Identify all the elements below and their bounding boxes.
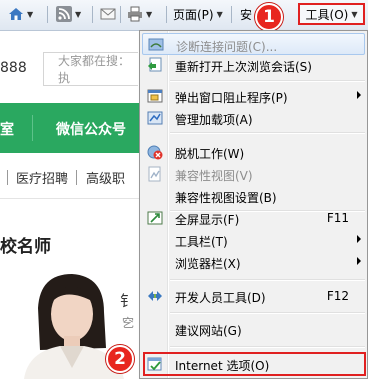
site-search-input[interactable]: 大家都在搜：执: [43, 52, 138, 86]
menu-item-fullscreen[interactable]: 全屏显示(F) F11: [142, 207, 365, 229]
obscured-text-fragment: 钅: [120, 292, 136, 310]
chevron-down-icon: ▼: [146, 9, 153, 19]
page-menu-button[interactable]: 页面(P) ▼: [173, 4, 223, 24]
menu-item-toolbars[interactable]: 工具栏(T): [142, 229, 365, 251]
submenu-arrow-icon: [357, 91, 361, 99]
search-placeholder: 大家都在搜：执: [58, 54, 131, 85]
safety-menu-button[interactable]: 安: [240, 4, 252, 24]
page-menu-label: 页面(P): [173, 7, 214, 22]
phone-number-fragment: 888: [0, 60, 27, 76]
chevron-down-icon: ▼: [216, 9, 223, 19]
link-senior-jobs[interactable]: 高级职: [86, 168, 125, 187]
ie-command-bar: ▼ ▼ ▼ 页面(P) ▼ 安 工具(O) ▼: [0, 0, 368, 31]
nav-item-wechat[interactable]: 微信公众号: [56, 119, 126, 139]
printer-icon: [128, 6, 142, 22]
site-nav-bar: 室 微信公众号: [0, 103, 140, 153]
menu-item-popup-blocker[interactable]: 弹出窗口阻止程序(P): [142, 85, 365, 107]
fullscreen-icon: [147, 211, 163, 225]
rss-feed-icon: [56, 6, 72, 22]
category-links: 医疗招聘 高级职: [0, 166, 140, 192]
shortcut-f11: F11: [326, 211, 349, 225]
menu-item-reopen-session[interactable]: 重新打开上次浏览会话(S): [142, 54, 365, 76]
menu-item-manage-addons[interactable]: 管理加载项(A): [142, 107, 365, 129]
link-medical-jobs[interactable]: 医疗招聘: [16, 168, 68, 187]
chevron-down-icon: ▼: [351, 9, 358, 19]
developer-tools-icon: [148, 291, 162, 301]
submenu-arrow-icon: [357, 257, 361, 265]
print-button[interactable]: ▼: [127, 4, 152, 24]
obscured-text-fragment: 穵: [122, 316, 135, 330]
popup-blocker-icon: [147, 89, 163, 103]
reopen-session-icon: [148, 57, 162, 72]
home-icon: [9, 8, 23, 20]
menu-item-work-offline[interactable]: 脱机工作(W): [142, 141, 365, 163]
mail-icon: [100, 8, 116, 20]
tools-menu-button[interactable]: 工具(O) ▼: [298, 3, 365, 25]
menu-item-diagnose-connection[interactable]: 诊断连接问题(C)...: [142, 33, 365, 55]
step-marker-1: 1: [255, 3, 283, 31]
section-heading: 校名师: [0, 237, 51, 257]
menu-item-developer-tools[interactable]: 开发人员工具(D) F12: [142, 285, 365, 307]
nav-item-room[interactable]: 室: [0, 119, 14, 139]
feeds-button[interactable]: ▼: [56, 4, 81, 24]
read-mail-button[interactable]: [100, 4, 116, 24]
menu-item-compat-view-settings[interactable]: 兼容性视图设置(B): [142, 185, 365, 207]
chevron-down-icon: ▼: [75, 9, 82, 19]
compat-view-icon: [148, 166, 161, 182]
manage-addons-icon: [147, 111, 163, 125]
shortcut-f12: F12: [326, 289, 349, 303]
work-offline-icon: [147, 145, 163, 160]
submenu-arrow-icon: [357, 235, 361, 243]
menu-item-explorer-bars[interactable]: 浏览器栏(X): [142, 251, 365, 273]
diagnose-connection-icon: [148, 38, 164, 51]
menu-item-suggested-sites[interactable]: 建议网站(G): [142, 318, 365, 340]
safety-menu-label: 安: [240, 7, 253, 22]
tools-dropdown-menu: 诊断连接问题(C)... 重新打开上次浏览会话(S) 弹出窗口阻止程序(P) 管…: [139, 30, 368, 379]
step-marker-2: 2: [106, 345, 134, 373]
tools-menu-label: 工具(O): [305, 7, 349, 22]
chevron-down-icon: ▼: [27, 9, 34, 19]
home-button[interactable]: ▼: [8, 4, 33, 24]
internet-options-highlight: [143, 352, 366, 376]
menu-item-compat-view[interactable]: 兼容性视图(V): [142, 163, 365, 185]
